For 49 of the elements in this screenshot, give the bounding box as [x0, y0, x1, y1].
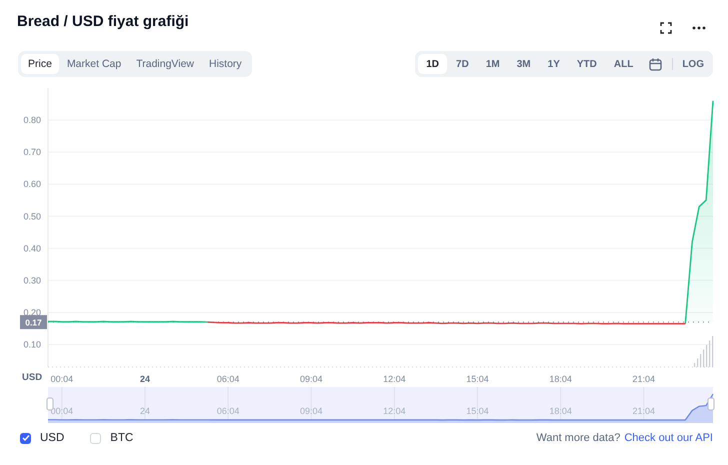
range-handle[interactable]	[708, 398, 714, 410]
axis-label: 0.40	[23, 243, 41, 254]
axis-label: 00:04	[50, 374, 74, 384]
range-button[interactable]: 1D	[418, 54, 448, 74]
currency-label: USD	[40, 432, 64, 444]
axis-label: 0.20	[23, 307, 41, 318]
chart-title: Bread / USD fiyat grafiği	[17, 13, 189, 30]
api-link[interactable]: Check out our API	[624, 432, 713, 444]
currency-label: BTC	[110, 432, 134, 444]
axis-label: 12:04	[383, 406, 406, 416]
axis-label: 21:04	[632, 374, 655, 384]
more-data-text: Want more data?	[536, 432, 620, 444]
axis-label: 09:04	[300, 374, 322, 384]
axis-label: 00:04	[50, 406, 74, 416]
axis-label: 06:04	[216, 374, 240, 384]
range-button[interactable]: 1M	[478, 54, 508, 74]
axis-label: 0.60	[23, 179, 41, 190]
axis-label: 21:04	[632, 406, 655, 416]
range-button[interactable]: 7D	[448, 54, 477, 74]
axis-label: 15:04	[466, 374, 489, 384]
axis-label: 18:04	[549, 374, 572, 384]
chart-tab[interactable]: History	[202, 54, 249, 74]
axis-unit: USD	[22, 372, 42, 383]
chart-tab[interactable]: Market Cap	[60, 54, 128, 74]
axis-label: 18:04	[549, 406, 572, 416]
range-button[interactable]: YTD	[568, 54, 605, 74]
axis-label: 0.70	[23, 147, 41, 158]
axis-label: 09:04	[300, 406, 322, 416]
more-icon[interactable]	[692, 26, 706, 30]
annotation: 0.17	[25, 318, 42, 328]
chart-tab[interactable]: TradingView	[129, 54, 201, 74]
axis-label: 15:04	[466, 406, 489, 416]
axis-label: 24	[140, 406, 150, 416]
log-button[interactable]: LOG	[676, 54, 710, 74]
axis-label: 12:04	[383, 374, 406, 384]
volume-bars	[694, 336, 714, 367]
range-button[interactable]: ALL	[606, 54, 642, 74]
axis-label: 24	[140, 374, 150, 384]
range-button[interactable]: 1Y	[540, 54, 568, 74]
axis-label: 0.30	[23, 275, 41, 286]
price-label: 0.17	[20, 315, 47, 330]
fullscreen-icon[interactable]	[660, 22, 672, 34]
axis-label: 0.80	[23, 115, 41, 126]
axis-label: 0.10	[23, 340, 41, 350]
axis-label: 06:04	[216, 406, 240, 416]
axis-label: 0.50	[23, 211, 41, 222]
chart-tab[interactable]: Price	[21, 54, 59, 74]
currency-checkbox[interactable]	[20, 432, 31, 444]
range-button[interactable]: 3M	[508, 54, 539, 74]
